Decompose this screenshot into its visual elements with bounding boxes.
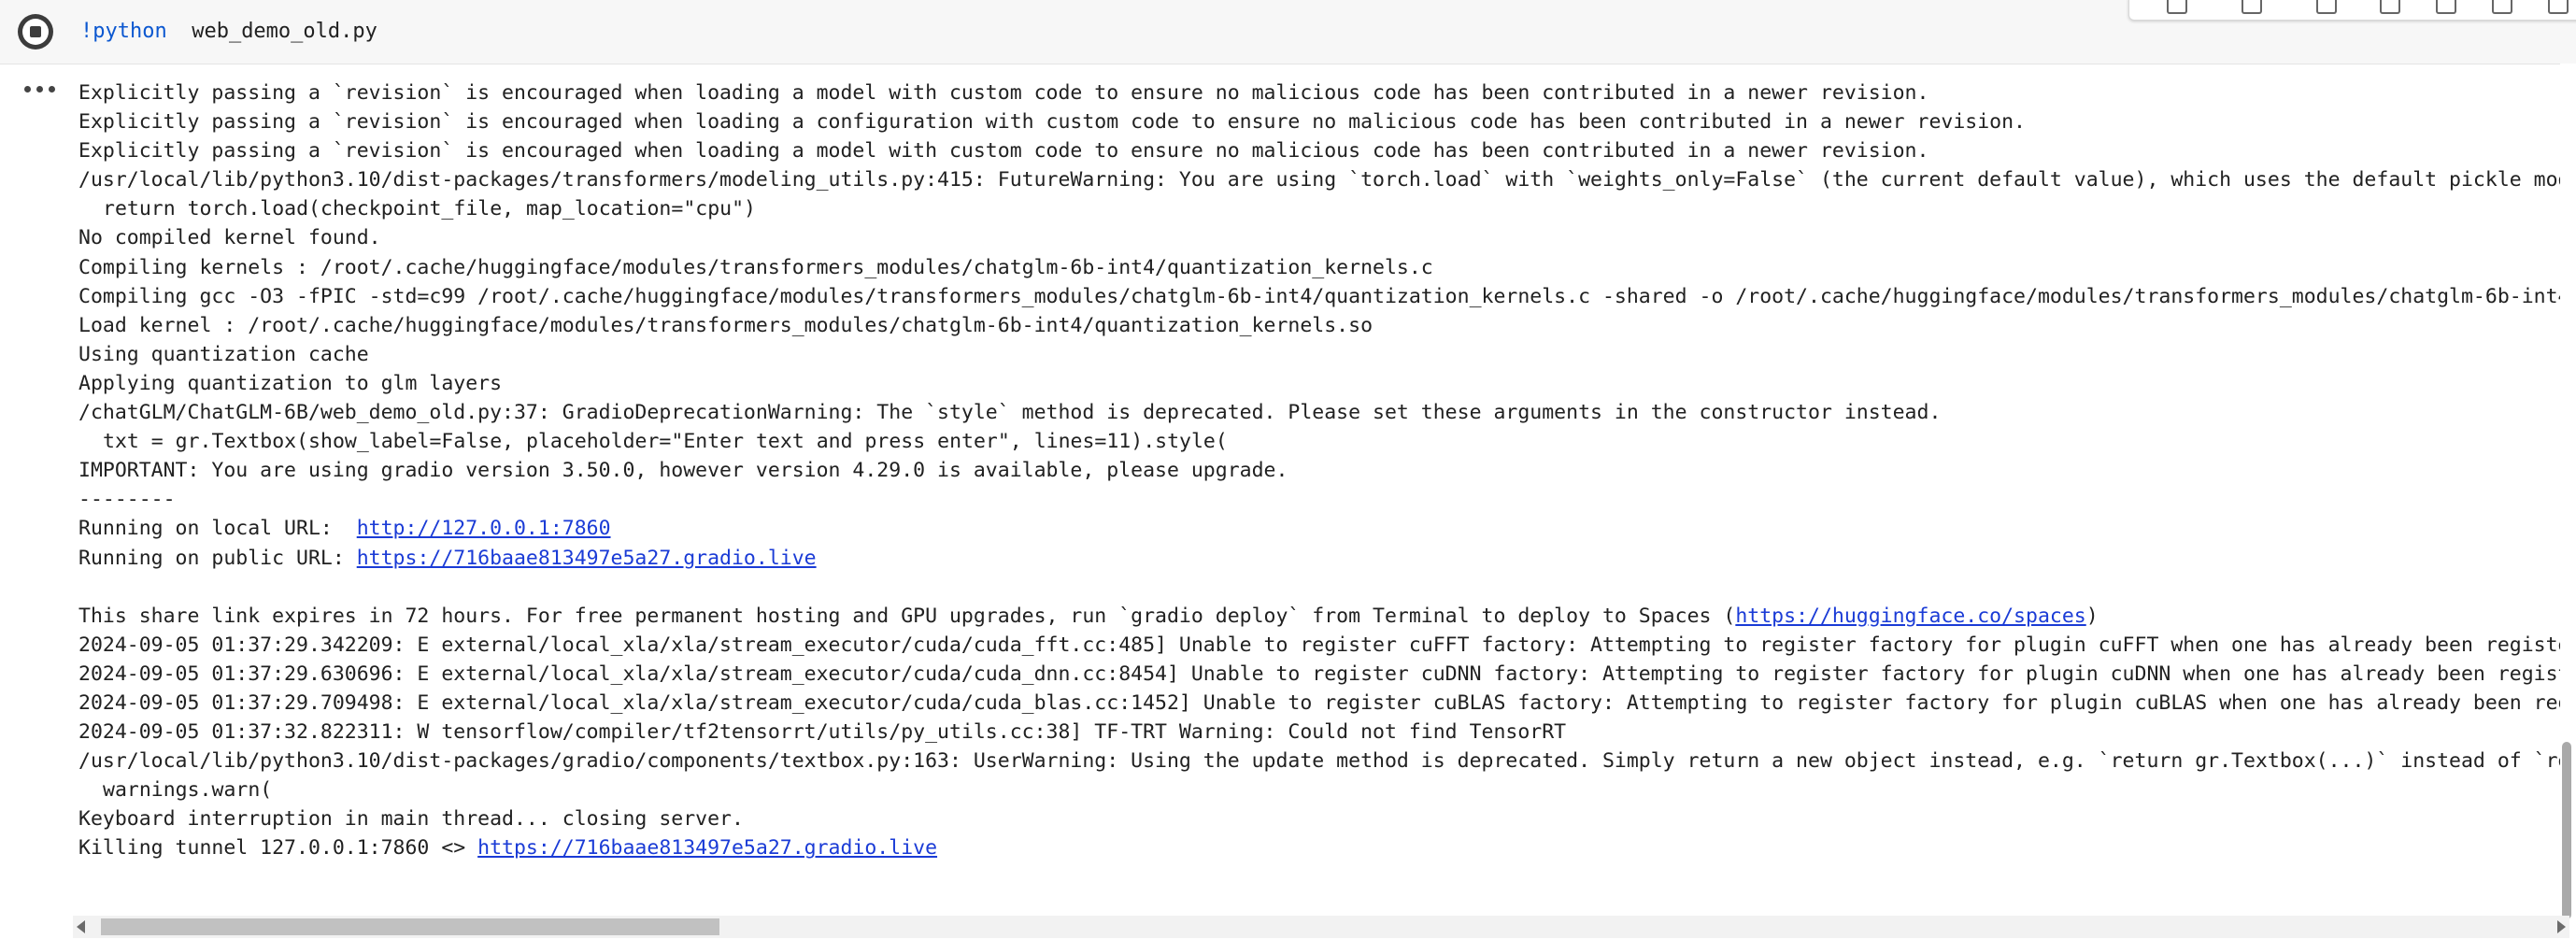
output-line: Compiling gcc -O3 -fPIC -std=c99 /root/.… <box>78 282 2564 311</box>
output-line-text: Using quantization cache <box>78 342 369 366</box>
output-line-text: return torch.load(checkpoint_file, map_l… <box>103 197 756 221</box>
output-line-text: /chatGLM/ChatGLM-6B/web_demo_old.py:37: … <box>78 401 1942 425</box>
output-line: 2024-09-05 01:37:29.709498: E external/l… <box>78 689 2564 718</box>
output-line-text: Keyboard interruption in main thread... … <box>78 807 744 832</box>
output-line: 2024-09-05 01:37:32.822311: W tensorflow… <box>78 718 2564 747</box>
output-line-text: txt = gr.Textbox(show_label=False, place… <box>103 430 1228 454</box>
output-line-text: Running on public URL: <box>78 546 357 570</box>
output-line: return torch.load(checkpoint_file, map_l… <box>78 194 2564 223</box>
command-argument: web_demo_old.py <box>166 20 377 43</box>
cell-output: Explicitly passing a `revision` is encou… <box>78 78 2564 873</box>
output-line: Explicitly passing a `revision` is encou… <box>78 107 2564 136</box>
output-line: Explicitly passing a `revision` is encou… <box>78 136 2564 165</box>
output-line: Compiling kernels : /root/.cache/hugging… <box>78 253 2564 282</box>
output-line-text: Compiling kernels : /root/.cache/hugging… <box>78 255 1433 279</box>
output-line: Load kernel : /root/.cache/huggingface/m… <box>78 311 2564 340</box>
output-link[interactable]: http://127.0.0.1:7860 <box>357 517 611 540</box>
output-link[interactable]: https://716baae813497e5a27.gradio.live <box>357 547 817 570</box>
toolbar-icon-6[interactable] <box>2492 0 2512 14</box>
output-line: /usr/local/lib/python3.10/dist-packages/… <box>78 165 2564 194</box>
output-line-text: Applying quantization to glm layers <box>78 371 503 395</box>
output-line-text: Explicitly passing a `revision` is encou… <box>78 110 2026 135</box>
output-line: Running on local URL: http://127.0.0.1:7… <box>78 514 2564 543</box>
output-line: IMPORTANT: You are using gradio version … <box>78 456 2564 485</box>
output-line-text: IMPORTANT: You are using gradio version … <box>78 459 1288 483</box>
output-line: -------- <box>78 485 2564 514</box>
stop-icon <box>18 14 53 50</box>
output-line-text: Explicitly passing a `revision` is encou… <box>78 139 1929 164</box>
output-line: 2024-09-05 01:37:29.630696: E external/l… <box>78 660 2564 689</box>
output-line-text: 2024-09-05 01:37:32.822311: W tensorflow… <box>78 720 1567 745</box>
scroll-right-icon[interactable] <box>2557 920 2566 933</box>
output-line-suffix: ) <box>2085 604 2099 628</box>
output-link[interactable]: https://huggingface.co/spaces <box>1735 605 2085 628</box>
code-cell-header: !python web_demo_old.py <box>0 0 2576 64</box>
output-link[interactable]: https://716baae813497e5a27.gradio.live <box>477 836 937 860</box>
output-line: No compiled kernel found. <box>78 223 2564 252</box>
vertical-scrollbar[interactable] <box>2560 64 2576 919</box>
scroll-left-icon[interactable] <box>77 920 85 933</box>
output-line-text: 2024-09-05 01:37:29.630696: E external/l… <box>78 662 2564 686</box>
output-line: /chatGLM/ChatGLM-6B/web_demo_old.py:37: … <box>78 398 2564 427</box>
output-line-text: Running on local URL: <box>78 517 357 541</box>
horizontal-scrollbar[interactable] <box>73 916 2569 938</box>
output-line: Explicitly passing a `revision` is encou… <box>78 78 2564 107</box>
output-line-text: Compiling gcc -O3 -fPIC -std=c99 /root/.… <box>78 284 2564 308</box>
output-line-text: 2024-09-05 01:37:29.709498: E external/l… <box>78 690 2564 715</box>
output-line-text: Load kernel : /root/.cache/huggingface/m… <box>78 313 1373 337</box>
vertical-scrollbar-thumb[interactable] <box>2562 742 2571 919</box>
output-line-text: Explicitly passing a `revision` is encou… <box>78 81 1929 105</box>
output-line-text: /usr/local/lib/python3.10/dist-packages/… <box>78 168 2564 192</box>
cell-toolbar <box>2128 0 2576 21</box>
toolbar-icon-4[interactable] <box>2380 0 2400 14</box>
output-line: warnings.warn( <box>78 775 2564 804</box>
output-line: Killing tunnel 127.0.0.1:7860 <> https:/… <box>78 833 2564 862</box>
output-line-text: This share link expires in 72 hours. For… <box>78 604 1736 628</box>
output-line: Applying quantization to glm layers <box>78 369 2564 398</box>
toolbar-icon-3[interactable] <box>2316 0 2337 14</box>
toolbar-icon-7[interactable] <box>2548 0 2569 14</box>
output-line-text: -------- <box>78 488 176 512</box>
code-input[interactable]: !python web_demo_old.py <box>80 17 377 47</box>
stop-execution-button[interactable] <box>13 13 58 50</box>
toolbar-icon-2[interactable] <box>2242 0 2262 14</box>
output-line-text: 2024-09-05 01:37:29.342209: E external/l… <box>78 633 2564 657</box>
output-line: Keyboard interruption in main thread... … <box>78 804 2564 833</box>
output-line: This share link expires in 72 hours. For… <box>78 602 2564 631</box>
horizontal-scrollbar-thumb[interactable] <box>101 918 719 935</box>
more-horizontal-icon[interactable] <box>24 80 56 97</box>
output-line: 2024-09-05 01:37:29.342209: E external/l… <box>78 631 2564 660</box>
command-prefix: !python <box>80 20 167 43</box>
output-line: txt = gr.Textbox(show_label=False, place… <box>78 427 2564 456</box>
output-line-text: /usr/local/lib/python3.10/dist-packages/… <box>78 749 2564 774</box>
output-line: Running on public URL: https://716baae81… <box>78 544 2564 573</box>
output-line-text: warnings.warn( <box>103 778 273 803</box>
toolbar-icon-5[interactable] <box>2436 0 2456 14</box>
output-line-text: No compiled kernel found. <box>78 226 381 250</box>
toolbar-icon-1[interactable] <box>2167 0 2187 14</box>
output-line-text: Killing tunnel 127.0.0.1:7860 <> <box>78 836 478 861</box>
output-line: /usr/local/lib/python3.10/dist-packages/… <box>78 747 2564 775</box>
output-line: Using quantization cache <box>78 340 2564 369</box>
